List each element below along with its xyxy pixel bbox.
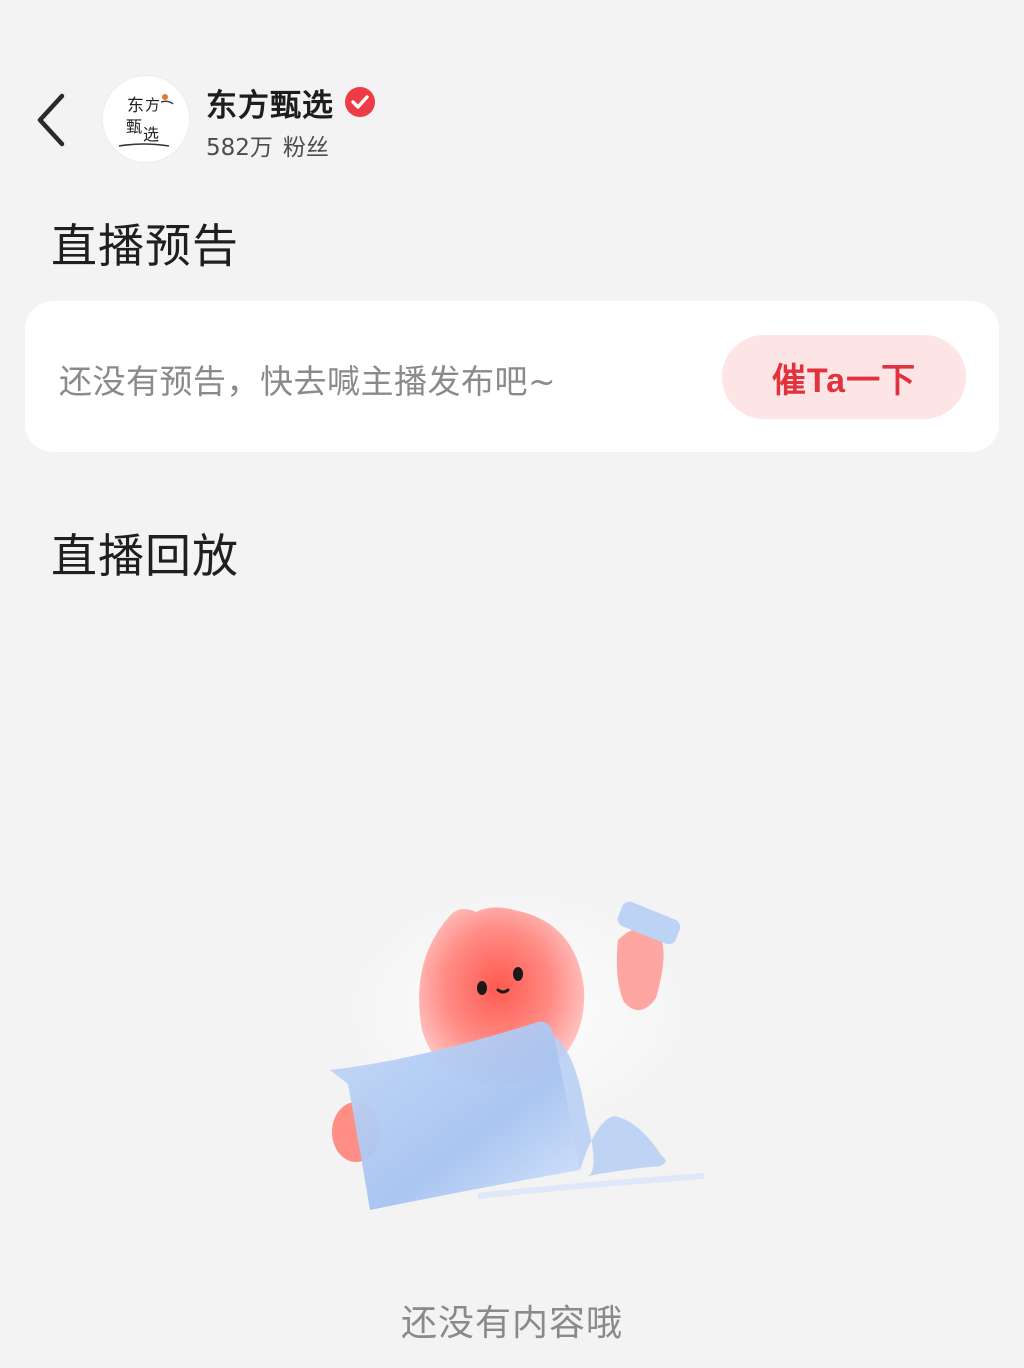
svg-text:方: 方 xyxy=(145,96,160,114)
svg-text:选: 选 xyxy=(143,125,159,144)
empty-state-illustration xyxy=(318,870,718,1230)
account-name[interactable]: 东方甄选 xyxy=(206,80,334,125)
preview-empty-text: 还没有预告，快去喊主播发布吧~ xyxy=(59,362,557,401)
account-avatar[interactable]: 东 方 甄 选 xyxy=(103,76,189,162)
top-header: 东 方 甄 选 东方甄选 582万 粉丝 xyxy=(0,0,1024,190)
chevron-left-icon xyxy=(37,93,65,147)
svg-text:甄: 甄 xyxy=(126,117,142,136)
urge-streamer-button[interactable]: 催Ta一下 xyxy=(722,335,966,419)
follower-label: 粉丝 xyxy=(282,135,329,161)
follower-count: 582万 xyxy=(206,135,273,161)
verified-badge-icon xyxy=(344,86,376,118)
follower-info: 582万 粉丝 xyxy=(206,128,329,162)
back-button[interactable] xyxy=(26,88,76,152)
live-preview-title: 直播预告 xyxy=(51,219,239,273)
live-preview-card: 还没有预告，快去喊主播发布吧~ 催Ta一下 xyxy=(25,301,999,452)
account-name-row: 东方甄选 xyxy=(206,80,376,124)
svg-text:东: 东 xyxy=(127,96,144,116)
replay-empty-text: 还没有内容哦 xyxy=(400,1303,623,1344)
brand-logo-icon: 东 方 甄 选 xyxy=(103,76,189,162)
live-replay-title: 直播回放 xyxy=(51,529,239,583)
